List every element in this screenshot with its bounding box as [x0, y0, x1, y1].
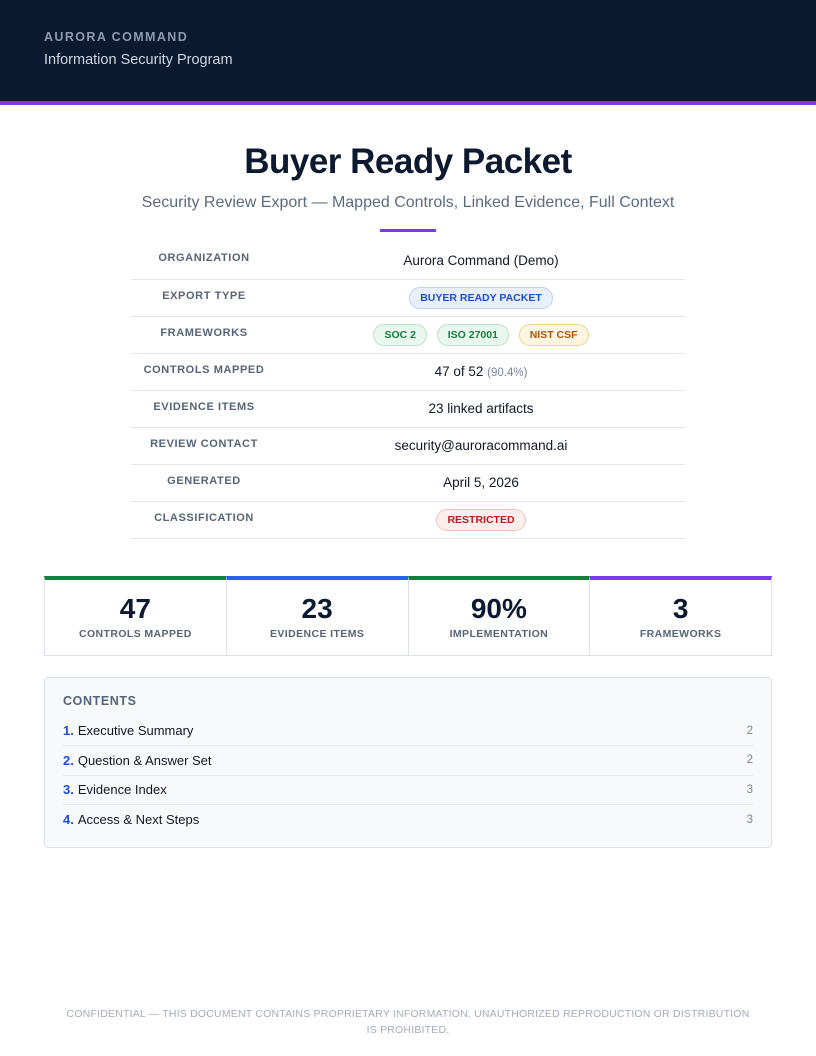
toc-item-executive-summary[interactable]: 1. Executive Summary 2: [63, 717, 753, 746]
metadata-label: CLASSIFICATION: [131, 501, 277, 539]
metadata-row-contact: REVIEW CONTACT security@auroracommand.ai: [131, 427, 685, 465]
stats-row: 47 CONTROLS MAPPED 23 EVIDENCE ITEMS 90%…: [44, 575, 772, 656]
metadata-row-export-type: EXPORT TYPE BUYER READY PACKET: [131, 279, 685, 317]
metadata-row-classification: CLASSIFICATION RESTRICTED: [131, 501, 685, 539]
toc-item-evidence-index[interactable]: 3. Evidence Index 3: [63, 776, 753, 805]
metadata-label: GENERATED: [131, 464, 277, 502]
brand-name: AURORA COMMAND: [44, 30, 189, 44]
title-divider: [380, 229, 436, 232]
metadata-row-organization: ORGANIZATION Aurora Command (Demo): [131, 242, 685, 280]
evidence-value: 23 linked artifacts: [277, 390, 685, 428]
controls-percentage: (90.4%): [487, 367, 528, 379]
metadata-table: ORGANIZATION Aurora Command (Demo) EXPOR…: [131, 242, 685, 539]
metadata-row-evidence: EVIDENCE ITEMS 23 linked artifacts: [131, 390, 685, 428]
toc-item-access-next-steps[interactable]: 4. Access & Next Steps 3: [63, 805, 753, 835]
toc-label: Question & Answer Set: [77, 752, 212, 768]
contents-heading: CONTENTS: [63, 693, 137, 708]
table-of-contents: CONTENTS 1. Executive Summary 2 2. Questio…: [44, 676, 772, 848]
toc-item-question-answer-set[interactable]: 2. Question & Answer Set 2: [63, 746, 753, 776]
stat-card-frameworks: 3 FRAMEWORKS: [589, 575, 772, 656]
toc-number: 1.: [63, 723, 74, 739]
stat-label: CONTROLS MAPPED: [78, 627, 192, 640]
export-type-badge: BUYER READY PACKET: [409, 286, 553, 309]
page-subtitle: Security Review Export — Mapped Controls…: [141, 194, 675, 211]
generated-date: April 5, 2026: [277, 464, 685, 502]
stat-label: IMPLEMENTATION: [449, 627, 549, 640]
stat-label: FRAMEWORKS: [639, 627, 722, 640]
classification-badge: RESTRICTED: [436, 508, 526, 531]
metadata-label: CONTROLS MAPPED: [131, 353, 277, 391]
metadata-label: EVIDENCE ITEMS: [131, 390, 277, 428]
metadata-label: ORGANIZATION: [131, 242, 277, 280]
toc-page-number: 3: [746, 813, 753, 826]
stat-value: 47: [119, 592, 151, 624]
toc-number: 2.: [63, 752, 74, 768]
header-accent-line: [0, 101, 816, 105]
page-title: Buyer Ready Packet: [244, 142, 572, 181]
toc-number: 3.: [63, 782, 74, 798]
contact-email: security@auroracommand.ai: [277, 427, 685, 465]
metadata-row-generated: GENERATED April 5, 2026: [131, 464, 685, 502]
toc-page-number: 2: [746, 754, 753, 767]
toc-label: Executive Summary: [77, 723, 194, 739]
framework-badge-soc2: SOC 2: [373, 323, 427, 346]
metadata-row-controls: CONTROLS MAPPED 47 of 52 (90.4%): [131, 353, 685, 391]
framework-badge-iso27001: ISO 27001: [436, 323, 509, 346]
metadata-label: EXPORT TYPE: [131, 279, 277, 317]
stat-card-controls: 47 CONTROLS MAPPED: [44, 575, 227, 656]
stat-label: EVIDENCE ITEMS: [269, 627, 365, 640]
metadata-row-frameworks: FRAMEWORKS SOC 2 ISO 27001 NIST CSF: [131, 316, 685, 354]
stat-value: 3: [672, 592, 689, 624]
toc-number: 4.: [63, 812, 74, 828]
toc-label: Access & Next Steps: [77, 812, 200, 828]
framework-badge-nist-csf: NIST CSF: [518, 323, 589, 346]
stat-card-evidence: 23 EVIDENCE ITEMS: [225, 575, 409, 656]
toc-page-number: 2: [746, 724, 753, 737]
document-header: AURORA COMMAND Information Security Prog…: [0, 0, 816, 101]
toc-page-number: 3: [746, 783, 753, 796]
confidentiality-notice: CONFIDENTIAL — THIS DOCUMENT CONTAINS PR…: [66, 1008, 750, 1036]
metadata-label: REVIEW CONTACT: [131, 427, 277, 465]
stat-value: 90%: [470, 592, 527, 624]
stat-value: 23: [301, 592, 333, 624]
toc-label: Evidence Index: [77, 782, 167, 798]
organization-value: Aurora Command (Demo): [277, 242, 685, 280]
program-name: Information Security Program: [44, 52, 233, 68]
metadata-label: FRAMEWORKS: [131, 316, 277, 354]
controls-value: 47 of 52: [434, 364, 484, 379]
stat-card-implementation: 90% IMPLEMENTATION: [407, 575, 591, 656]
